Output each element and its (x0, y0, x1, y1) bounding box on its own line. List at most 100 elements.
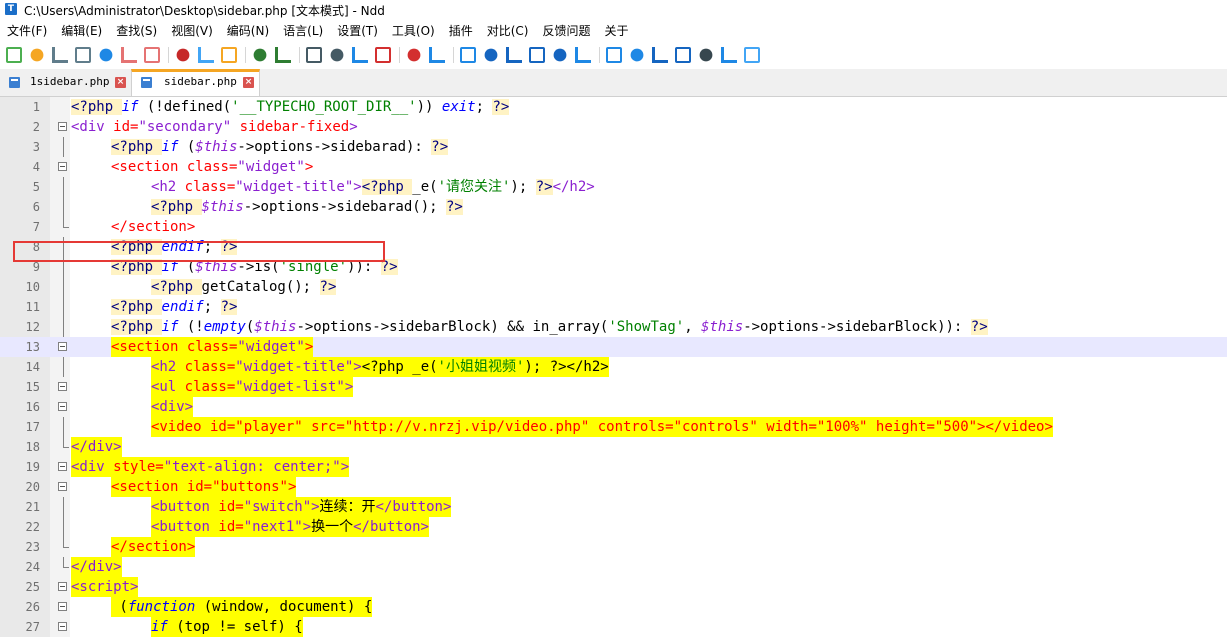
monitor-icon[interactable] (699, 48, 713, 62)
code-line[interactable]: 17 <video id="player" src="http://v.nrzj.… (0, 417, 1227, 437)
menu-item[interactable]: 查找(S) (109, 21, 164, 41)
code-line[interactable]: 21 <button id="switch">连续：开</button> (0, 497, 1227, 517)
code-line[interactable]: 20 <section id="buttons"> (0, 477, 1227, 497)
redo-icon[interactable] (275, 47, 291, 63)
close-tab-icon[interactable]: × (243, 77, 254, 88)
indent-guide-icon[interactable] (529, 47, 545, 63)
code-line[interactable]: 27 if (top != self) { (0, 617, 1227, 637)
macro-icon[interactable] (553, 48, 567, 62)
code-token: class= (186, 159, 238, 175)
fold-toggle-icon[interactable] (58, 602, 67, 611)
fold-toggle-icon[interactable] (58, 382, 67, 391)
fold-toggle-icon[interactable] (58, 162, 67, 171)
line-number: 26 (25, 600, 40, 614)
menu-item[interactable]: 工具(O) (385, 21, 442, 41)
menu-item[interactable]: 插件 (442, 21, 480, 41)
compare-icon[interactable] (652, 47, 668, 63)
code-line[interactable]: 18 </div> (0, 437, 1227, 457)
code-line[interactable]: 14 <h2 class="widget-title"><?php _e('小姐姐… (0, 357, 1227, 377)
code-line[interactable]: 4 <section class="widget"> (0, 157, 1227, 177)
code-line[interactable]: 24 </div> (0, 557, 1227, 577)
code-line[interactable]: 25 <script> (0, 577, 1227, 597)
replace-icon[interactable] (330, 48, 344, 62)
menu-item[interactable]: 反馈问题 (535, 21, 597, 41)
fold-toggle-icon[interactable] (58, 622, 67, 631)
tab-sidebar[interactable]: sidebar.php × (131, 69, 260, 96)
code-token: '__TYPECHO_ROOT_DIR__' (231, 99, 417, 115)
code-line[interactable]: 5 <h2 class="widget-title"><?php _e('请您关注… (0, 177, 1227, 197)
clear-mark-icon[interactable] (407, 48, 421, 62)
split-icon[interactable] (675, 47, 691, 63)
menu-item[interactable]: 编码(N) (220, 21, 276, 41)
prev-icon[interactable] (575, 47, 591, 63)
code-line[interactable]: 11 <?php endif; ?> (0, 297, 1227, 317)
code-line[interactable]: 15 <ul class="widget-list"> (0, 377, 1227, 397)
zoom-in-icon[interactable] (429, 47, 445, 63)
open-file-icon[interactable] (30, 48, 44, 62)
reload-icon[interactable] (99, 48, 113, 62)
code-token: endif (161, 299, 204, 315)
mark-icon[interactable] (375, 47, 391, 63)
undo-icon[interactable] (253, 48, 267, 62)
cut-icon[interactable] (176, 48, 190, 62)
code-token: <h2 (150, 179, 185, 195)
code-line[interactable]: 6 <?php $this->options->sidebarad(); ?> (0, 197, 1227, 217)
fold-toggle-icon[interactable] (58, 402, 67, 411)
close-all-icon[interactable] (144, 47, 160, 63)
menu-item[interactable]: 编辑(E) (54, 21, 109, 41)
fold-toggle-icon[interactable] (58, 122, 67, 131)
save-all-icon[interactable] (75, 47, 91, 63)
code-line[interactable]: 10 <?php getCatalog(); ?> (0, 277, 1227, 297)
code-token: "http://v.nrzj.vip/video.php" (344, 419, 598, 435)
find-icon[interactable] (306, 47, 322, 63)
menu-item[interactable]: 语言(L) (276, 21, 330, 41)
code-line[interactable]: 12 <?php if (!empty($this->options->sideb… (0, 317, 1227, 337)
line-number: 20 (25, 480, 40, 494)
show-symbols-icon[interactable] (506, 47, 522, 63)
menu-item[interactable]: 关于 (598, 21, 636, 41)
paste-icon[interactable] (221, 47, 237, 63)
close-tab-icon[interactable]: × (115, 77, 126, 88)
next-icon[interactable] (606, 47, 622, 63)
code-token: class= (184, 179, 236, 195)
tab-1sidebar[interactable]: 1sidebar.php × (0, 69, 131, 96)
zoom-out-icon[interactable] (460, 47, 476, 63)
wrap-icon[interactable] (484, 48, 498, 62)
code-line[interactable]: 13 <section class="widget"> (0, 337, 1227, 357)
code-token: ?> (492, 99, 510, 115)
code-editor[interactable]: 1 <?php if (!defined('__TYPECHO_ROOT_DIR_… (0, 97, 1227, 637)
new-file-icon[interactable] (6, 47, 22, 63)
code-token: "widget-title"> (235, 179, 362, 195)
copy-icon[interactable] (198, 47, 214, 63)
goto-icon[interactable] (352, 47, 368, 63)
save-icon[interactable] (52, 47, 68, 63)
fold-toggle-icon[interactable] (58, 582, 67, 591)
menu-item[interactable]: 文件(F) (0, 21, 54, 41)
code-token: <div> (150, 399, 194, 415)
code-token: ( (178, 139, 196, 155)
fold-toggle-icon[interactable] (58, 462, 67, 471)
line-number: 27 (25, 620, 40, 634)
fold-guide (63, 137, 64, 157)
code-line[interactable]: 2 <div id="secondary" sidebar-fixed> (0, 117, 1227, 137)
menu-item[interactable]: 视图(V) (164, 21, 220, 41)
code-line[interactable]: 19 <div style="text-align: center;"> (0, 457, 1227, 477)
fold-toggle-icon[interactable] (58, 342, 67, 351)
code-line[interactable]: 7 </section> (0, 217, 1227, 237)
close-icon[interactable] (121, 47, 137, 63)
go-icon[interactable] (630, 48, 644, 62)
code-line[interactable]: 22 <button id="next1">换一个</button> (0, 517, 1227, 537)
menu-item[interactable]: 设置(T) (330, 21, 385, 41)
tree-icon[interactable] (721, 47, 737, 63)
code-line[interactable]: 23 </section> (0, 537, 1227, 557)
code-token: (! (178, 319, 204, 335)
code-line[interactable]: 1 <?php if (!defined('__TYPECHO_ROOT_DIR_… (0, 97, 1227, 117)
code-token: </div> (71, 559, 122, 575)
fold-toggle-icon[interactable] (58, 482, 67, 491)
menu-item[interactable]: 对比(C) (480, 21, 536, 41)
line-number: 21 (25, 500, 40, 514)
code-line[interactable]: 26 (function (window, document) { (0, 597, 1227, 617)
bracket-icon[interactable] (744, 47, 760, 63)
code-line[interactable]: 16 <div> (0, 397, 1227, 417)
code-line[interactable]: 3 <?php if ($this->options->sidebarad): ?… (0, 137, 1227, 157)
